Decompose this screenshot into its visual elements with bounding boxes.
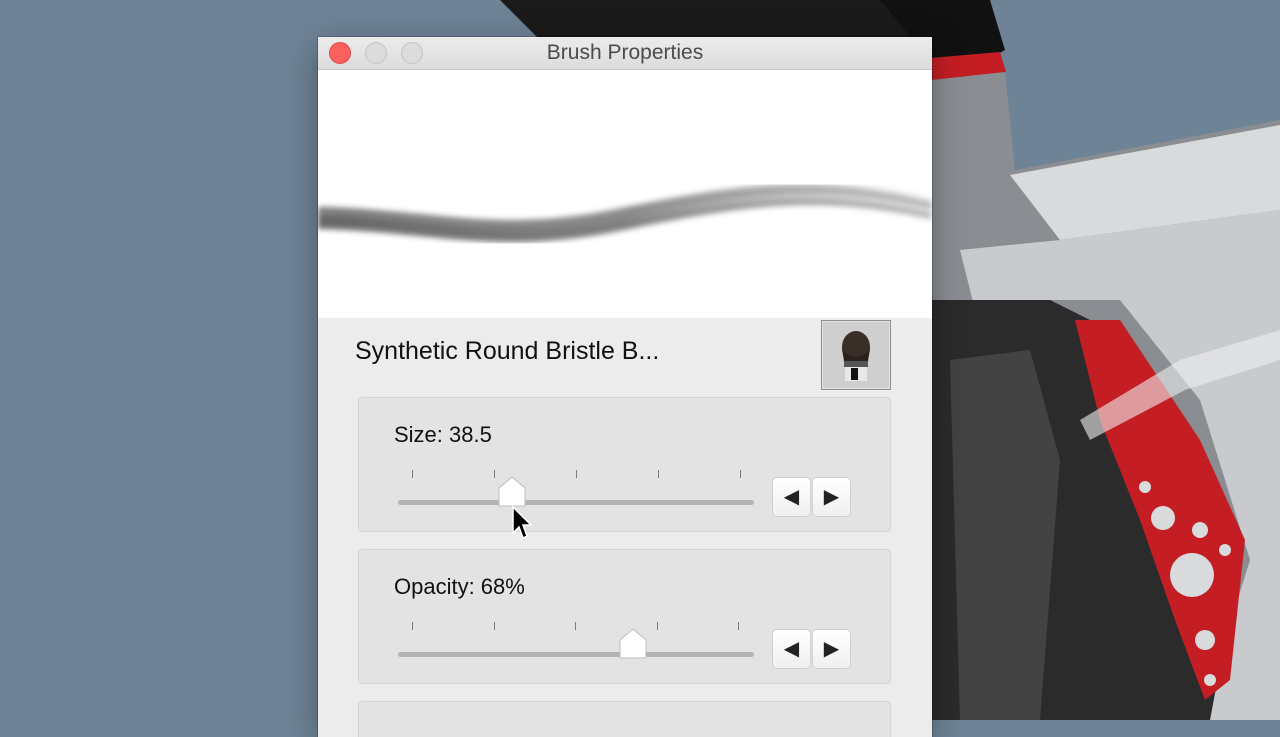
brush-name: Synthetic Round Bristle B... xyxy=(355,337,660,365)
size-panel: Size: 38.5 ◀ ▶ xyxy=(358,397,891,532)
brush-properties-window: Brush Properties Synthetic Round Bristle… xyxy=(318,37,932,737)
opacity-slider-track[interactable] xyxy=(398,652,754,657)
title-bar[interactable]: Brush Properties xyxy=(318,37,932,70)
window-title: Brush Properties xyxy=(546,41,704,64)
size-label: Size: 38.5 xyxy=(394,422,492,447)
opacity-label: Opacity: 68% xyxy=(394,574,525,599)
size-decrease-button[interactable]: ◀ xyxy=(772,477,811,517)
brush-stroke-preview xyxy=(318,70,932,318)
size-increase-button[interactable]: ▶ xyxy=(812,477,851,517)
opacity-increase-button[interactable]: ▶ xyxy=(812,629,851,669)
brush-icon[interactable] xyxy=(821,320,891,390)
next-panel xyxy=(358,701,891,737)
size-stepper: ◀ ▶ xyxy=(772,477,852,517)
opacity-stepper: ◀ ▶ xyxy=(772,629,852,669)
opacity-panel: Opacity: 68% ◀ ▶ xyxy=(358,549,891,684)
cursor-icon xyxy=(512,505,533,540)
opacity-slider-thumb[interactable] xyxy=(618,628,648,660)
opacity-decrease-button[interactable]: ◀ xyxy=(772,629,811,669)
size-slider-track[interactable] xyxy=(398,500,754,505)
size-slider-thumb[interactable] xyxy=(497,476,527,508)
